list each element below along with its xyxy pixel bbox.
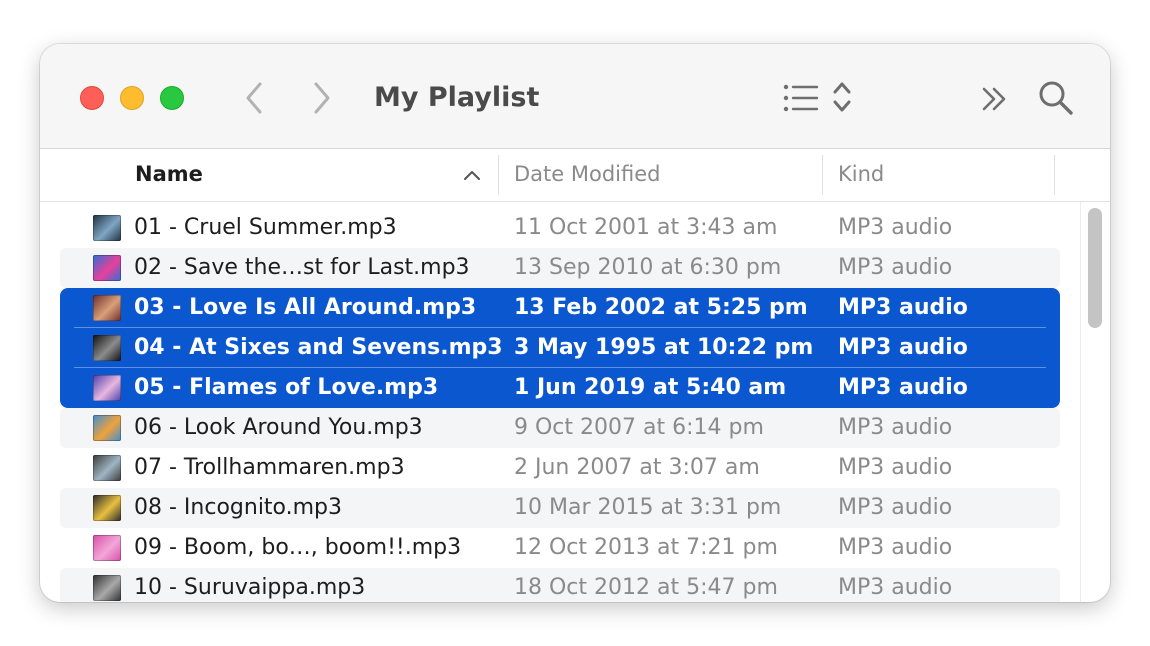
file-list: 01 - Cruel Summer.mp3 11 Oct 2001 at 3:43… xyxy=(40,208,1110,602)
sort-ascending-icon xyxy=(464,171,480,180)
file-date-modified: 11 Oct 2001 at 3:43 am xyxy=(514,215,778,240)
file-row[interactable]: 07 - Trollhammaren.mp3 2 Jun 2007 at 3:07… xyxy=(40,448,1110,488)
file-name: 07 - Trollhammaren.mp3 xyxy=(134,455,405,480)
album-art-icon xyxy=(93,255,121,281)
column-divider[interactable] xyxy=(822,155,823,195)
column-header-date-modified[interactable]: Date Modified xyxy=(514,149,660,201)
album-art-icon xyxy=(93,455,121,481)
file-date-modified: 2 Jun 2007 at 3:07 am xyxy=(514,455,760,480)
file-kind: MP3 audio xyxy=(838,575,953,600)
file-date-modified: 10 Mar 2015 at 3:31 pm xyxy=(514,495,782,520)
album-art-icon xyxy=(93,375,121,401)
list-view-icon[interactable] xyxy=(782,82,820,114)
search-icon[interactable] xyxy=(1036,78,1076,118)
file-row[interactable]: 09 - Boom, bo…, boom!!.mp3 12 Oct 2013 at… xyxy=(40,528,1110,568)
window-title: My Playlist xyxy=(374,82,540,113)
file-row[interactable]: 04 - At Sixes and Sevens.mp3 3 May 1995 a… xyxy=(40,328,1110,368)
file-kind: MP3 audio xyxy=(838,215,953,240)
file-date-modified: 12 Oct 2013 at 7:21 pm xyxy=(514,535,778,560)
chevron-left-icon xyxy=(246,82,262,114)
file-name: 06 - Look Around You.mp3 xyxy=(134,415,423,440)
file-name: 05 - Flames of Love.mp3 xyxy=(134,375,439,400)
back-button[interactable] xyxy=(234,76,274,120)
file-date-modified: 13 Feb 2002 at 5:25 pm xyxy=(514,295,808,320)
album-art-icon xyxy=(93,535,121,561)
file-row[interactable]: 05 - Flames of Love.mp3 1 Jun 2019 at 5:4… xyxy=(40,368,1110,408)
file-name: 03 - Love Is All Around.mp3 xyxy=(134,295,477,320)
file-kind: MP3 audio xyxy=(838,495,953,520)
double-chevron-right-icon[interactable] xyxy=(980,84,1010,114)
column-divider[interactable] xyxy=(498,155,499,195)
file-row[interactable]: 10 - Suruvaippa.mp3 18 Oct 2012 at 5:47 p… xyxy=(40,568,1110,602)
file-row[interactable]: 02 - Save the…st for Last.mp3 13 Sep 2010… xyxy=(40,248,1110,288)
file-row[interactable]: 06 - Look Around You.mp3 9 Oct 2007 at 6:… xyxy=(40,408,1110,448)
toolbar: My Playlist xyxy=(40,44,1110,149)
file-row[interactable]: 08 - Incognito.mp3 10 Mar 2015 at 3:31 pm… xyxy=(40,488,1110,528)
album-art-icon xyxy=(93,575,121,601)
file-row[interactable]: 01 - Cruel Summer.mp3 11 Oct 2001 at 3:43… xyxy=(40,208,1110,248)
vertical-scrollbar[interactable] xyxy=(1088,208,1102,328)
up-down-chevron-icon[interactable] xyxy=(830,80,854,114)
file-kind: MP3 audio xyxy=(838,375,968,400)
file-name: 04 - At Sixes and Sevens.mp3 xyxy=(134,335,503,360)
file-kind: MP3 audio xyxy=(838,255,953,280)
album-art-icon xyxy=(93,295,121,321)
file-name: 10 - Suruvaippa.mp3 xyxy=(134,575,366,600)
column-divider[interactable] xyxy=(1054,155,1055,195)
finder-window: My Playlist Name Date Modified Kind 01 -… xyxy=(40,44,1110,602)
file-row[interactable]: 03 - Love Is All Around.mp3 13 Feb 2002 a… xyxy=(40,288,1110,328)
file-kind: MP3 audio xyxy=(838,455,953,480)
chevron-right-icon xyxy=(314,82,330,114)
file-date-modified: 9 Oct 2007 at 6:14 pm xyxy=(514,415,764,440)
album-art-icon xyxy=(93,335,121,361)
zoom-button[interactable] xyxy=(160,86,184,110)
file-kind: MP3 audio xyxy=(838,415,953,440)
album-art-icon xyxy=(93,495,121,521)
file-date-modified: 3 May 1995 at 10:22 pm xyxy=(514,335,814,360)
minimize-button[interactable] xyxy=(120,86,144,110)
file-date-modified: 13 Sep 2010 at 6:30 pm xyxy=(514,255,782,280)
album-art-icon xyxy=(93,415,121,441)
album-art-icon xyxy=(93,215,121,241)
close-button[interactable] xyxy=(80,86,104,110)
column-header: Name Date Modified Kind xyxy=(40,149,1110,202)
file-date-modified: 1 Jun 2019 at 5:40 am xyxy=(514,375,787,400)
file-name: 09 - Boom, bo…, boom!!.mp3 xyxy=(134,535,462,560)
file-date-modified: 18 Oct 2012 at 5:47 pm xyxy=(514,575,778,600)
file-name: 01 - Cruel Summer.mp3 xyxy=(134,215,397,240)
forward-button[interactable] xyxy=(302,76,342,120)
column-header-kind[interactable]: Kind xyxy=(838,149,884,201)
file-kind: MP3 audio xyxy=(838,535,953,560)
file-name: 02 - Save the…st for Last.mp3 xyxy=(134,255,470,280)
file-kind: MP3 audio xyxy=(838,295,968,320)
file-name: 08 - Incognito.mp3 xyxy=(134,495,343,520)
column-header-name[interactable]: Name xyxy=(135,149,203,201)
file-kind: MP3 audio xyxy=(838,335,968,360)
